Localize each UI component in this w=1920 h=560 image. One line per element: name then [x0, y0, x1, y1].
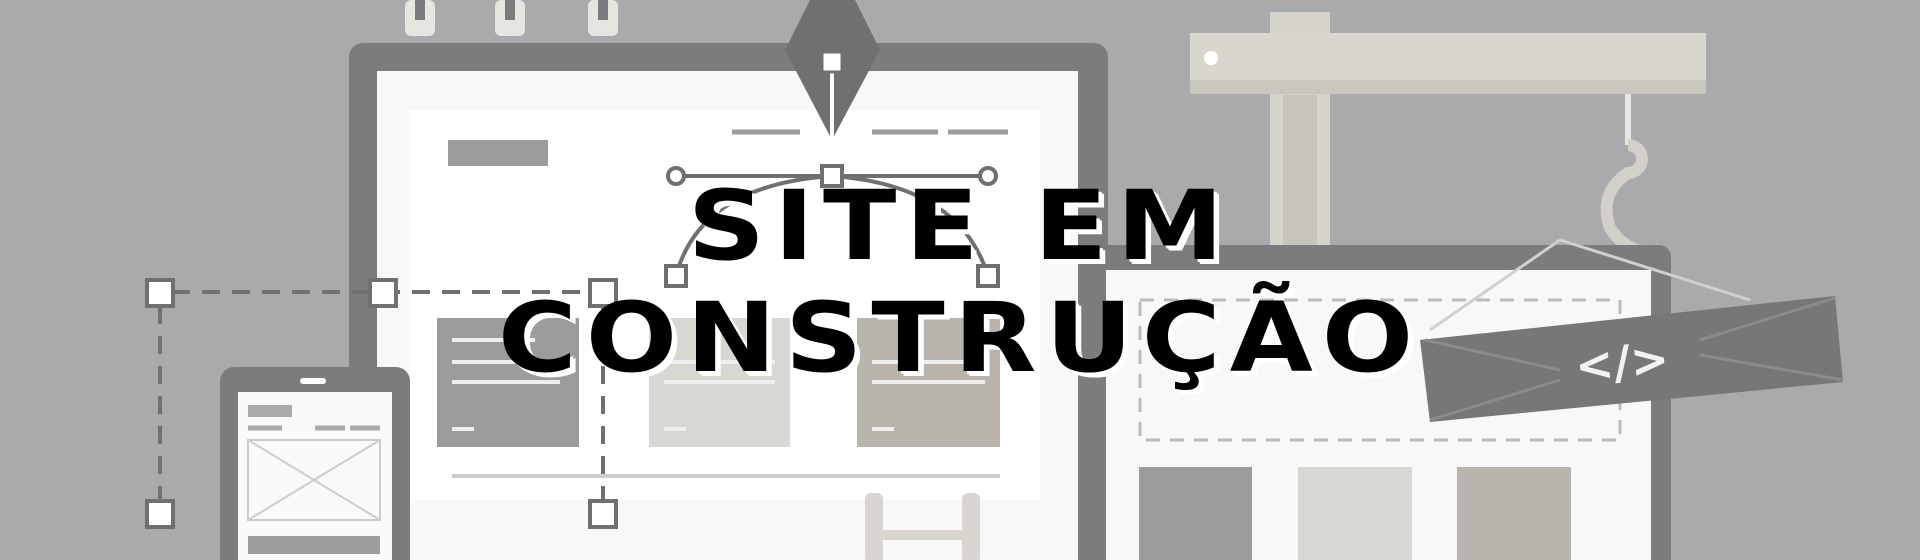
title-line-2: CONSTRUÇÃO	[497, 282, 1423, 394]
title-line-1: SITE EM	[687, 170, 1233, 282]
tablet-icon	[220, 367, 410, 560]
clips-icon	[405, 0, 618, 36]
